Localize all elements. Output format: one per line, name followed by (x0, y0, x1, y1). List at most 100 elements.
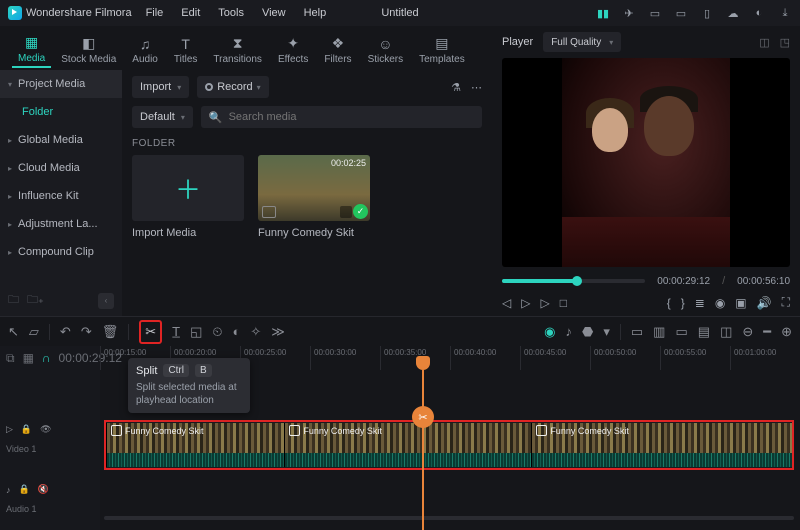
playhead-split-icon[interactable]: ✂ (412, 406, 434, 428)
adjust-icon[interactable]: ◫ (720, 324, 732, 340)
track-toggle-icon[interactable]: ▭ (631, 324, 643, 340)
search-media[interactable]: 🔍 (201, 106, 482, 128)
play-button[interactable]: ▷ (521, 296, 530, 310)
color-tool-icon[interactable]: ◐ (233, 324, 241, 339)
tab-titles[interactable]: TTitles (168, 34, 204, 67)
tab-stock-media[interactable]: ◧Stock Media (55, 33, 122, 67)
timeline-clip[interactable]: Funny Comedy Skit (531, 423, 792, 467)
sidebar-item-compound-clip[interactable]: ▸Compound Clip (0, 238, 122, 266)
new-folder-icon[interactable]: 🗀 (8, 291, 19, 310)
import-dropdown[interactable]: Import▾ (132, 76, 189, 98)
media-clip-tile[interactable]: 00:02:25 ✓ Funny Comedy Skit (258, 155, 370, 239)
zoom-slider[interactable]: ━ (763, 324, 771, 340)
link-icon[interactable]: ⧉ (6, 351, 15, 366)
import-media-tile[interactable]: ＋ Import Media (132, 155, 244, 239)
ai-tool-icon[interactable]: ✧ (250, 324, 261, 340)
zoom-out-icon[interactable]: ⊖ (742, 324, 753, 340)
window-icon[interactable]: ▭ (648, 7, 662, 20)
mark-in-icon[interactable]: { (667, 296, 671, 310)
tab-effects[interactable]: ✦Effects (272, 33, 314, 67)
collapse-sidebar-button[interactable]: ‹ (98, 293, 114, 309)
mute-icon[interactable]: 🔇 (38, 484, 49, 495)
lock-icon[interactable]: 🔒 (19, 484, 30, 495)
sidebar-item-adjustment-layer[interactable]: ▸Adjustment La... (0, 210, 122, 238)
menu-file[interactable]: File (146, 7, 164, 19)
filter-icon[interactable]: ⚗ (451, 81, 461, 94)
crop-tool-icon[interactable]: ◱ (190, 324, 202, 340)
video-track-header[interactable]: ▷ 🔒 👁 (6, 424, 52, 435)
quality-dropdown[interactable]: Full Quality▾ (543, 32, 621, 52)
next-frame-button[interactable]: ▷ (540, 296, 549, 310)
text-tool-icon[interactable]: T̲ (172, 324, 180, 339)
menu-tools[interactable]: Tools (218, 7, 244, 19)
tab-transitions[interactable]: ⧗Transitions (207, 33, 268, 67)
menu-view[interactable]: View (262, 7, 286, 19)
sidebar-item-folder[interactable]: Folder (0, 98, 122, 126)
pointer-tool-icon[interactable]: ↖ (8, 324, 19, 340)
menu-help[interactable]: Help (304, 7, 327, 19)
send-icon[interactable]: ✈ (622, 7, 636, 20)
sidebar-item-project-media[interactable]: ▾Project Media (0, 70, 122, 98)
track-manage-icon[interactable]: ▥ (653, 324, 665, 340)
effects-icon: ✦ (287, 35, 299, 52)
compare-view-icon[interactable]: ◫ (759, 36, 769, 49)
fullscreen-icon[interactable]: ⛶ (782, 295, 790, 310)
tab-stickers[interactable]: ☺Stickers (362, 34, 410, 67)
export-icon[interactable]: ⤓ (778, 7, 792, 20)
playhead[interactable]: ✂ (422, 370, 424, 530)
sidebar-item-cloud-media[interactable]: ▸Cloud Media (0, 154, 122, 182)
snap-icon[interactable]: ∩ (42, 351, 51, 365)
tab-templates[interactable]: ▤Templates (413, 33, 471, 67)
volume-icon[interactable]: 🔊 (757, 296, 772, 310)
more-tools-icon[interactable]: ≫ (271, 324, 285, 340)
sidebar-item-global-media[interactable]: ▸Global Media (0, 126, 122, 154)
library-icon[interactable]: ▯ (700, 7, 714, 20)
tab-audio[interactable]: ♫Audio (126, 34, 164, 67)
timeline-clip[interactable]: Funny Comedy Skit (106, 423, 284, 467)
audio-track-empty[interactable] (104, 516, 794, 520)
search-input[interactable] (229, 111, 474, 123)
audio-track-header[interactable]: ♪ 🔒 🔇 (6, 484, 49, 495)
save-icon[interactable]: ▭ (674, 7, 688, 20)
mark-out-icon[interactable]: } (681, 296, 685, 310)
visibility-icon[interactable]: 👁 (40, 424, 51, 435)
render-icon[interactable]: ▾ (603, 324, 610, 340)
sidebar-item-influence-kit[interactable]: ▸Influence Kit (0, 182, 122, 210)
support-icon[interactable]: ◐ (752, 7, 766, 19)
split-button[interactable]: ✂ (139, 320, 162, 344)
settings-icon[interactable]: ▤ (698, 324, 710, 340)
snapshot-icon[interactable]: ▣ (735, 296, 746, 310)
playback-slider[interactable] (502, 279, 645, 283)
record-dropdown[interactable]: Record▾ (197, 76, 268, 98)
tab-filters[interactable]: ❖Filters (318, 33, 357, 67)
redo-button[interactable]: ↷ (81, 324, 92, 340)
ai-assistant-icon[interactable]: ◉ (544, 324, 555, 340)
sort-dropdown[interactable]: Default▾ (132, 106, 193, 128)
split-tooltip: Split Ctrl B Split selected media at pla… (128, 358, 250, 413)
prev-frame-button[interactable]: ◁ (502, 296, 511, 310)
selection-tool-icon[interactable]: ▱ (29, 324, 39, 340)
chevron-right-icon: ▸ (8, 136, 12, 145)
tab-media[interactable]: ▦Media (12, 32, 51, 68)
gift-icon[interactable]: ▮▮ (596, 7, 610, 20)
mixer-icon[interactable]: ♪ (565, 324, 572, 339)
zoom-in-icon[interactable]: ⊕ (781, 324, 792, 340)
snapshot-grid-icon[interactable]: ◳ (780, 36, 790, 49)
timeline-clip[interactable]: Funny Comedy Skit (284, 423, 531, 467)
cloud-icon[interactable]: ☁ (726, 7, 740, 20)
marker-icon[interactable]: ⬣ (582, 324, 593, 340)
stop-button[interactable]: □ (560, 296, 567, 310)
undo-button[interactable]: ↶ (60, 324, 71, 340)
video-preview[interactable] (502, 58, 790, 267)
new-bin-icon[interactable]: 🗀₊ (27, 291, 44, 310)
more-icon[interactable]: ⋯ (471, 81, 482, 94)
delete-button[interactable]: 🗑 (102, 324, 119, 340)
playback-settings-icon[interactable]: ≣ (695, 296, 705, 310)
voice-icon[interactable]: ◉ (715, 296, 725, 310)
speed-tool-icon[interactable]: ⏲ (212, 324, 222, 340)
group-icon[interactable]: ▦ (23, 351, 34, 365)
lock-icon[interactable]: 🔒 (21, 424, 32, 435)
menu-edit[interactable]: Edit (181, 7, 200, 19)
zoom-fit-icon[interactable]: ▭ (675, 324, 687, 340)
playhead-handle-icon[interactable] (416, 356, 430, 370)
